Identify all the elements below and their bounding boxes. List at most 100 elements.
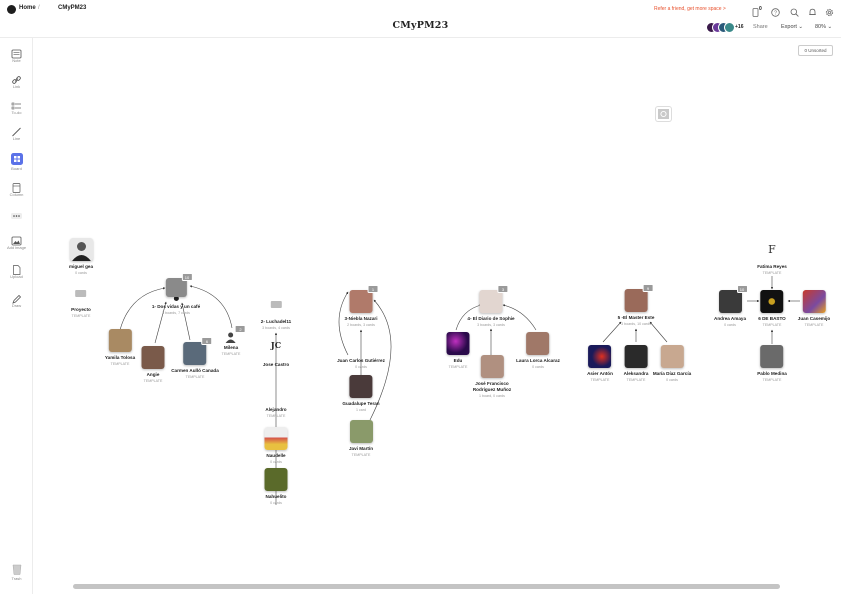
board-title: 2- Luchadel11 bbox=[260, 319, 292, 324]
tool-more[interactable] bbox=[0, 206, 33, 219]
tool-todo[interactable]: To-do bbox=[0, 98, 33, 115]
board-niebla-nazari[interactable]: 1 3-Niebla Nazari 2 boards, 3 cards bbox=[345, 285, 379, 327]
card-pablo-medina[interactable]: Pablo Medina TEMPLATE bbox=[757, 345, 787, 382]
card-laura-lorca[interactable]: Laura Lorca Alcaraz 0 cards bbox=[516, 332, 560, 369]
card-asier-anton[interactable]: Asier Antón TEMPLATE bbox=[587, 345, 613, 382]
card-subtitle: 0 cards bbox=[724, 322, 736, 327]
profile-photo: 2 bbox=[225, 325, 246, 343]
profile-photo bbox=[760, 345, 784, 368]
tool-add-image[interactable]: Add image bbox=[0, 233, 33, 250]
more-icon bbox=[11, 206, 22, 219]
card-title: Asier Antón bbox=[587, 371, 613, 376]
tool-note[interactable]: Note bbox=[0, 46, 33, 63]
tool-line[interactable]: Line bbox=[0, 124, 33, 141]
profile-photo bbox=[660, 345, 684, 368]
card-title: Javi Martín bbox=[349, 446, 373, 451]
card-subtitle: 0 cards bbox=[355, 364, 367, 369]
card-angie[interactable]: Angie TEMPLATE bbox=[141, 346, 165, 383]
tool-label: Note bbox=[12, 58, 21, 63]
app-logo[interactable] bbox=[7, 5, 16, 14]
board-thumbnail bbox=[75, 290, 87, 297]
card-title: Juan Carlos Gutiérrez bbox=[337, 358, 385, 363]
profile-photo bbox=[588, 345, 612, 368]
card-subtitle: 1 board, 0 cards bbox=[479, 393, 505, 398]
board-seis-de-basto[interactable]: 6 DE BASTO TEMPLATE bbox=[758, 290, 786, 327]
card-subtitle: TEMPLATE bbox=[185, 374, 205, 379]
breadcrumb-home[interactable]: Home bbox=[19, 5, 36, 11]
card-javi-martin[interactable]: Javi Martín TEMPLATE bbox=[349, 420, 373, 457]
card-title: Jose Castro bbox=[262, 362, 290, 367]
card-title: Edu bbox=[453, 358, 463, 363]
tool-label: Board bbox=[11, 166, 22, 171]
link-icon bbox=[11, 72, 22, 84]
board-title: 6 DE BASTO bbox=[758, 316, 786, 321]
card-nahuelito[interactable]: Nahuelito 0 cards bbox=[264, 468, 288, 505]
notifications-icon[interactable] bbox=[808, 4, 817, 15]
card-maria-diaz[interactable]: María Díaz García 0 cards bbox=[653, 345, 691, 382]
profile-photo bbox=[624, 345, 648, 368]
card-subtitle: 0 cards bbox=[532, 364, 544, 369]
help-icon[interactable]: ? bbox=[771, 4, 780, 17]
tool-board[interactable]: Board bbox=[0, 152, 33, 171]
trash-button[interactable]: Trash bbox=[0, 562, 33, 581]
board-subtitle: 3 boards, 7 cards bbox=[162, 310, 190, 315]
floating-card[interactable] bbox=[656, 107, 671, 121]
profile-photo bbox=[69, 238, 93, 261]
card-edu[interactable]: Edu TEMPLATE bbox=[446, 332, 470, 369]
card-carmen[interactable]: 6 Carmen Aulló Canada TEMPLATE bbox=[171, 337, 219, 379]
card-yamila-tolosa[interactable]: Yamila Tolosa TEMPLATE bbox=[105, 329, 135, 366]
board-dos-vidas[interactable]: 10 1- Dos vidas y un café 3 boards, 7 ca… bbox=[152, 273, 200, 315]
search-icon[interactable] bbox=[790, 4, 799, 17]
card-jose-francisco[interactable]: José Francisco Rodríguez Muñoz 1 board, … bbox=[473, 355, 511, 398]
card-andrea-amaya[interactable]: 10 Andrea Amaya 0 cards bbox=[714, 285, 748, 327]
card-aleksandra[interactable]: Aleksandra TEMPLATE bbox=[624, 345, 648, 382]
board-proyecto[interactable]: Proyecto TEMPLATE bbox=[71, 290, 91, 318]
tool-link[interactable]: Link bbox=[0, 72, 33, 89]
card-subtitle: TEMPLATE bbox=[448, 364, 468, 369]
card-juan-carlos[interactable]: Juan Carlos Gutiérrez 0 cards bbox=[337, 358, 385, 369]
tool-label: Add image bbox=[6, 245, 27, 250]
board-title: 4- El Diario de Sophie bbox=[467, 316, 515, 321]
unsorted-button[interactable]: 0 Unsorted bbox=[798, 45, 833, 56]
profile-photo bbox=[264, 427, 288, 450]
tool-draw[interactable]: Draw bbox=[0, 291, 33, 308]
board-diario-sophie[interactable]: 3 4- El Diario de Sophie 3 boards, 3 car… bbox=[467, 285, 515, 327]
card-naudelle[interactable]: Naudelle 0 cards bbox=[264, 427, 288, 464]
card-milena[interactable]: 2 Milena TEMPLATE bbox=[222, 325, 246, 356]
breadcrumb-board[interactable]: CMyPM23 bbox=[58, 5, 86, 11]
card-juan-casemijo[interactable]: Juan Casemijo TEMPLATE bbox=[798, 290, 830, 327]
board-luchadel[interactable]: 2- Luchadel11 3 boards, 4 cards bbox=[261, 301, 291, 330]
count-badge: 6 bbox=[201, 337, 213, 345]
breadcrumb-separator: / bbox=[38, 5, 40, 11]
note-icon bbox=[11, 46, 22, 59]
trash-label: Trash bbox=[11, 576, 22, 581]
card-title: Alejandro bbox=[265, 407, 287, 412]
card-miguel-gea[interactable]: miguel gea 0 cards bbox=[69, 238, 93, 275]
board-subtitle: 3 boards, 10 cards bbox=[621, 321, 651, 326]
zoom-menu[interactable]: 80% ⌄ bbox=[815, 24, 832, 30]
refer-friend-link[interactable]: Refer a friend, get more space > bbox=[654, 6, 726, 12]
tool-upload[interactable]: Upload bbox=[0, 262, 33, 279]
card-jose-castro[interactable]: Jose Castro bbox=[263, 362, 289, 367]
share-button[interactable]: Share bbox=[753, 24, 768, 30]
card-title: Yamila Tolosa bbox=[104, 355, 136, 360]
settings-gear-icon[interactable] bbox=[825, 4, 834, 17]
card-subtitle: 0 cards bbox=[666, 377, 678, 382]
collaborator-count[interactable]: +16 bbox=[735, 24, 743, 30]
card-subtitle: TEMPLATE bbox=[590, 377, 610, 382]
card-alejandro[interactable]: Alejandro TEMPLATE bbox=[265, 407, 286, 418]
board-title: 5 -El Master Este bbox=[617, 315, 655, 320]
export-menu[interactable]: Export ⌄ bbox=[781, 24, 803, 30]
profile-photo bbox=[349, 420, 373, 443]
card-fatima-reyes[interactable]: F Fatima Reyes TEMPLATE bbox=[757, 243, 787, 275]
card-guadalupe[interactable]: Guadalupe Teran 1 card bbox=[342, 375, 380, 412]
horizontal-scrollbar[interactable] bbox=[73, 584, 780, 589]
count-badge: 2 bbox=[235, 325, 246, 333]
tool-column[interactable]: Column bbox=[0, 180, 33, 197]
card-subtitle: 0 cards bbox=[270, 459, 282, 464]
board-master-este[interactable]: 9 5 -El Master Este 3 boards, 10 cards bbox=[617, 284, 655, 326]
tool-label: Draw bbox=[11, 303, 22, 308]
card-title: Fatima Reyes bbox=[757, 264, 787, 269]
card-title: María Díaz García bbox=[652, 371, 692, 376]
board-thumbnail bbox=[270, 301, 282, 308]
